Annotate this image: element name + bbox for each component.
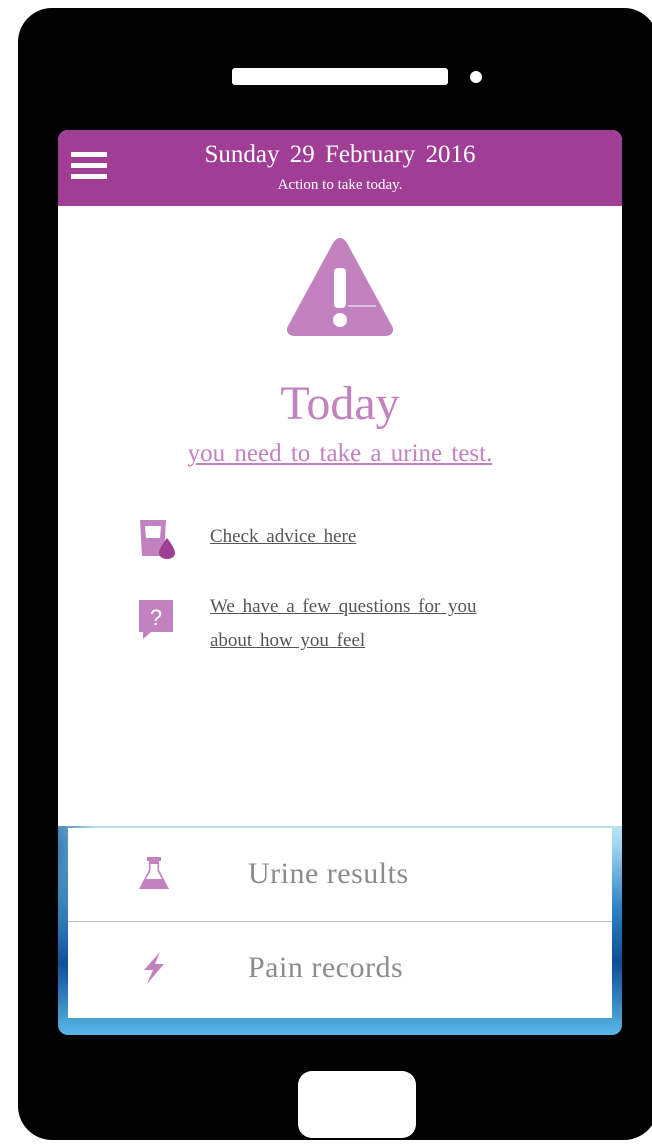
main-content: Today you need to take a urine test. Che… (58, 206, 622, 826)
warning-icon (286, 238, 394, 336)
phone-screen: Sunday 29 February 2016 Action to take t… (58, 130, 622, 1035)
nav-label-pain-records: Pain records (248, 951, 404, 984)
urine-test-link[interactable]: you need to take a urine test. (130, 438, 550, 470)
lightning-icon (144, 952, 164, 984)
questions-link-line1[interactable]: We have a few questions for you (210, 590, 477, 624)
question-icon[interactable]: ? (137, 598, 175, 640)
svg-text:?: ? (150, 605, 162, 630)
home-button[interactable] (298, 1071, 416, 1138)
front-camera (470, 71, 482, 83)
cup-drop-icon[interactable] (136, 518, 176, 560)
speaker-grille (232, 68, 448, 85)
nav-item-pain-records[interactable]: Pain records (68, 922, 612, 1014)
header-subtitle: Action to take today. (277, 177, 403, 193)
nav-label-urine-results: Urine results (248, 857, 409, 890)
questions-link-line2[interactable]: about how you feel (210, 624, 365, 658)
bottom-navigation: Urine results Pain records (68, 828, 612, 1018)
header-date: Sunday 29 February 2016 (204, 141, 476, 168)
nav-item-urine-results[interactable]: Urine results (68, 828, 612, 920)
check-advice-link[interactable]: Check advice here (210, 520, 356, 554)
app-header: Sunday 29 February 2016 Action to take t… (58, 130, 622, 206)
today-title: Today (280, 377, 400, 430)
flask-icon (139, 857, 169, 889)
